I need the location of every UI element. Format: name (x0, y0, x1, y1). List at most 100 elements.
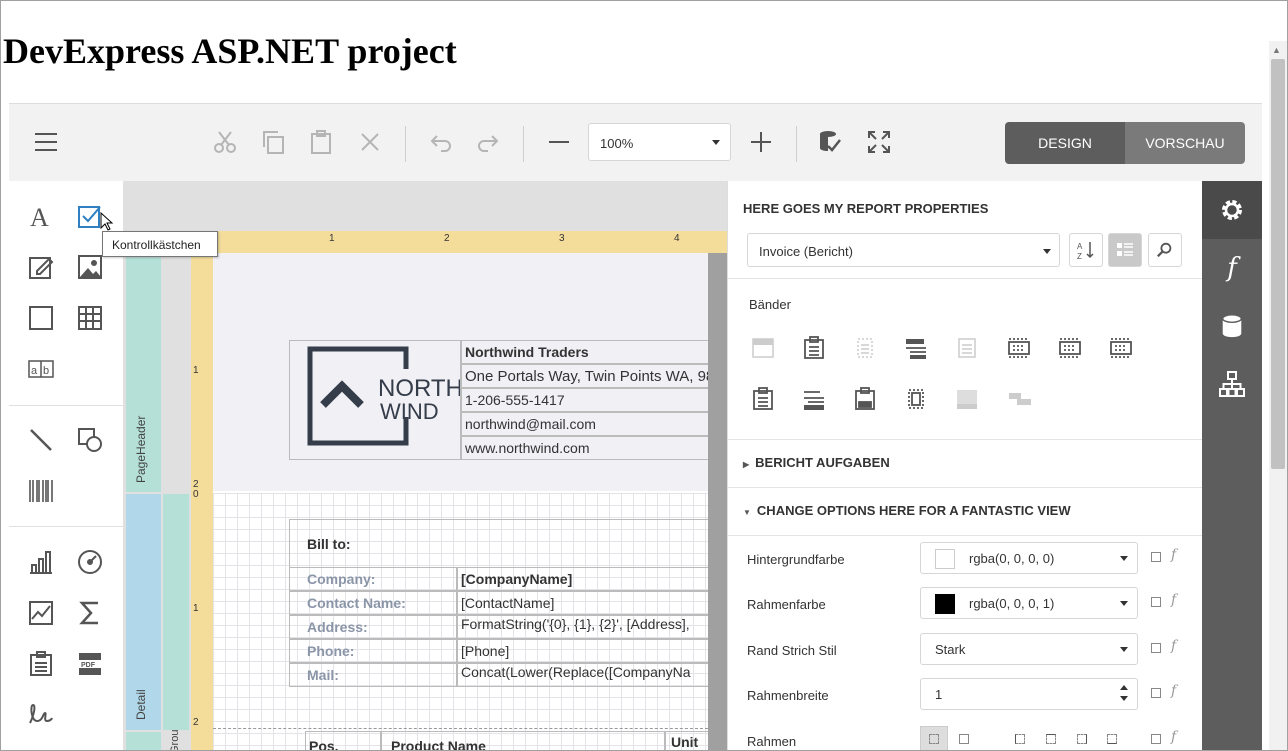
paste-icon[interactable] (303, 124, 339, 160)
expression-icon[interactable]: f (1171, 547, 1176, 563)
vertical-header-band-icon[interactable] (901, 384, 931, 414)
border-all-icon[interactable] (959, 734, 969, 744)
undo-icon[interactable] (423, 124, 459, 160)
properties-tab-gear-icon[interactable] (1202, 181, 1262, 239)
report-header-band-icon[interactable] (799, 333, 829, 363)
group-header-band-icon[interactable] (901, 333, 931, 363)
field-label[interactable]: Mail: (289, 663, 457, 687)
border-dash-style-editor[interactable]: Stark (920, 633, 1138, 665)
page-header-band-strip[interactable]: PageHeader (126, 253, 161, 492)
line-control-icon[interactable] (26, 425, 56, 455)
field-value[interactable]: [CompanyName] (457, 567, 711, 591)
tasks-section-header[interactable]: ▶ BERICHT AUFGABEN (743, 455, 890, 470)
table-header-unit[interactable]: Unit (665, 731, 711, 750)
border-right-icon[interactable] (1077, 734, 1087, 744)
default-value-marker[interactable] (1151, 734, 1161, 744)
spin-up-icon[interactable] (1120, 685, 1128, 690)
design-surface[interactable]: 1 2 3 4 PageHeader Detail Grou 1 2 0 1 2 (123, 181, 727, 750)
sub-band-icon[interactable] (748, 384, 778, 414)
group-footer-band-icon[interactable] (1055, 333, 1085, 363)
redo-icon[interactable] (470, 124, 506, 160)
bill-to-label[interactable]: Bill to: (289, 519, 711, 567)
group-band-strip[interactable]: Grou (126, 730, 181, 750)
report-footer-band-icon[interactable] (1106, 333, 1136, 363)
gauge-control-icon[interactable] (75, 547, 105, 577)
pdf-content-icon[interactable]: PDF (75, 649, 105, 679)
categorized-view-icon[interactable] (1108, 233, 1142, 267)
detail-band[interactable]: Bill to: Company: [CompanyName] Contact … (213, 493, 711, 750)
zoom-in-icon[interactable] (743, 124, 779, 160)
validate-data-icon[interactable] (812, 124, 848, 160)
barcode-icon[interactable] (26, 476, 56, 506)
page-header-band-icon[interactable] (850, 333, 880, 363)
group-footer-icon[interactable] (799, 384, 829, 414)
scroll-up-arrow-icon[interactable]: ▲ (1272, 45, 1281, 55)
sparkline-icon[interactable] (26, 598, 56, 628)
expression-icon[interactable]: f (1171, 683, 1176, 699)
detail-band-strip[interactable]: Detail (126, 494, 161, 730)
field-value[interactable]: [Phone] (457, 639, 711, 663)
zoom-out-icon[interactable] (541, 124, 577, 160)
signature-icon[interactable] (26, 700, 56, 730)
scrollbar-thumb[interactable] (1271, 59, 1285, 469)
subreport-icon[interactable] (26, 649, 56, 679)
chart-control-icon[interactable] (26, 547, 56, 577)
field-value[interactable]: [ContactName] (457, 591, 711, 615)
page-header-band[interactable]: NORTH WIND Northwind Traders One Portals… (213, 253, 711, 491)
label-control-icon[interactable]: A (26, 201, 56, 231)
default-value-marker[interactable] (1151, 688, 1161, 698)
border-left-icon[interactable] (1015, 734, 1025, 744)
company-web-cell[interactable]: www.northwind.com (461, 436, 711, 460)
preview-mode-button[interactable]: VORSCHAU (1125, 122, 1245, 164)
expression-icon[interactable]: f (1171, 638, 1176, 654)
page-footer-band-icon[interactable] (850, 384, 880, 414)
detail-band-icon[interactable] (952, 333, 982, 363)
sort-alphabetical-icon[interactable]: AZ (1069, 233, 1103, 267)
expressions-tab-function-icon[interactable]: f (1202, 239, 1262, 297)
options-section-header[interactable]: ▼ CHANGE OPTIONS HERE FOR A FANTASTIC VIE… (743, 503, 1071, 518)
company-email-cell[interactable]: northwind@mail.com (461, 412, 711, 436)
delete-icon[interactable] (352, 124, 388, 160)
company-name-cell[interactable]: Northwind Traders (461, 340, 711, 364)
report-explorer-tab-hierarchy-icon[interactable] (1202, 355, 1262, 413)
logo-picture-box[interactable]: NORTH WIND (289, 340, 461, 460)
hamburger-menu-icon[interactable] (28, 124, 64, 160)
bottom-margin-band-icon[interactable] (952, 384, 982, 414)
default-value-marker[interactable] (1151, 643, 1161, 653)
border-color-editor[interactable]: rgba(0, 0, 0, 1) (920, 587, 1138, 619)
field-label[interactable]: Address: (289, 615, 457, 639)
default-value-marker[interactable] (1151, 552, 1161, 562)
border-top-icon[interactable] (1046, 734, 1056, 744)
shape-control-icon[interactable] (75, 425, 105, 455)
field-value[interactable]: FormatString('{0}, {1}, {2}', [Address], (457, 615, 711, 639)
copy-icon[interactable] (255, 124, 291, 160)
cut-icon[interactable] (207, 124, 243, 160)
field-label[interactable]: Company: (289, 567, 457, 591)
company-address-cell[interactable]: One Portals Way, Twin Points WA, 98 (461, 364, 711, 388)
summary-sigma-icon[interactable] (75, 598, 105, 628)
design-mode-button[interactable]: DESIGN (1005, 122, 1125, 164)
report-object-select[interactable]: Invoice (Bericht) (747, 233, 1060, 267)
border-bottom-icon[interactable] (1107, 734, 1117, 744)
rich-text-control-icon[interactable] (26, 252, 56, 282)
table-header-pos[interactable]: Pos. (305, 731, 381, 750)
field-list-tab-database-icon[interactable] (1202, 297, 1262, 355)
field-value[interactable]: Concat(Lower(Replace([CompanyNa (457, 663, 711, 687)
table-control-icon[interactable] (75, 303, 105, 333)
character-comb-icon[interactable]: ab (26, 354, 56, 384)
field-label[interactable]: Contact Name: (289, 591, 457, 615)
border-width-editor[interactable]: 1 (920, 678, 1138, 710)
default-value-marker[interactable] (1151, 597, 1161, 607)
panel-control-icon[interactable] (26, 303, 56, 333)
vertical-detail-band-icon[interactable] (1004, 384, 1034, 414)
search-icon[interactable] (1148, 233, 1182, 267)
expression-icon[interactable]: f (1171, 729, 1176, 745)
top-margin-band-icon[interactable] (748, 333, 778, 363)
field-label[interactable]: Phone: (289, 639, 457, 663)
picture-box-icon[interactable] (75, 252, 105, 282)
expression-icon[interactable]: f (1171, 592, 1176, 608)
background-color-editor[interactable]: rgba(0, 0, 0, 0) (920, 542, 1138, 574)
spin-down-icon[interactable] (1120, 696, 1128, 701)
table-header-product[interactable]: Product Name (381, 731, 665, 750)
zoom-select[interactable]: 100% (588, 123, 731, 161)
